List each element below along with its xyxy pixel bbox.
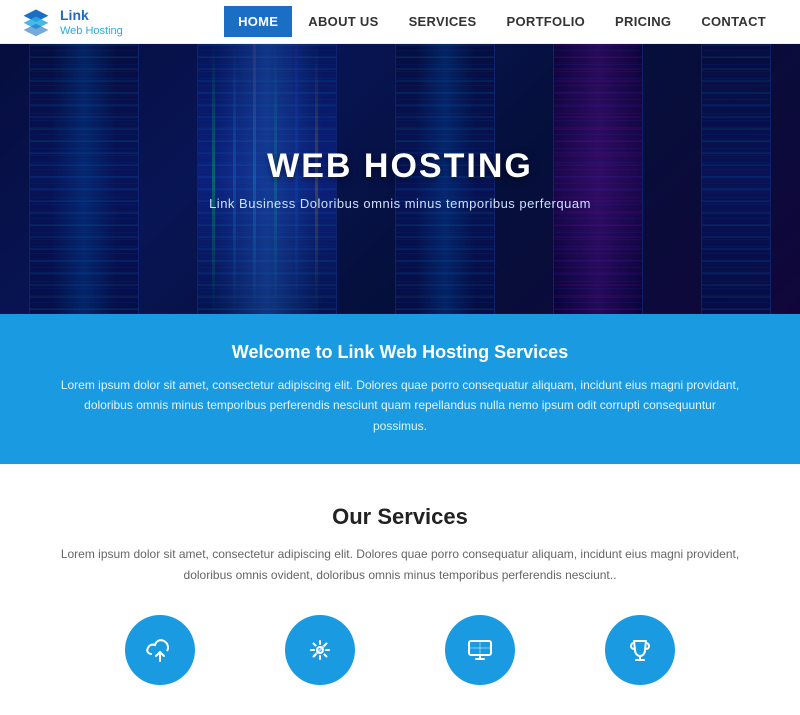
service-icons-row [60,615,740,685]
services-heading: Our Services [60,504,740,530]
service-circle-display[interactable] [445,615,515,685]
hero-title: WEB HOSTING [209,147,591,186]
tools-icon [304,634,336,666]
logo: Link Web Hosting [20,6,123,38]
logo-text: Link Web Hosting [60,7,123,37]
display-icon [464,634,496,666]
service-circle-cloud[interactable] [125,615,195,685]
cloud-upload-icon [144,634,176,666]
site-header: Link Web Hosting HOME ABOUT US SERVICES … [0,0,800,44]
service-circle-tools[interactable] [285,615,355,685]
banner-heading: Welcome to Link Web Hosting Services [60,342,740,363]
logo-icon [20,6,52,38]
services-section: Our Services Lorem ipsum dolor sit amet,… [0,464,800,715]
nav-item-contact[interactable]: CONTACT [687,6,780,37]
service-item-cloud [125,615,195,685]
nav-item-about[interactable]: ABOUT US [294,6,392,37]
service-item-tools [285,615,355,685]
hero-subtitle: Link Business Doloribus omnis minus temp… [209,196,591,211]
service-circle-trophy[interactable] [605,615,675,685]
main-nav: HOME ABOUT US SERVICES PORTFOLIO PRICING… [224,6,780,37]
nav-item-pricing[interactable]: PRICING [601,6,685,37]
nav-item-home[interactable]: HOME [224,6,292,37]
services-body: Lorem ipsum dolor sit amet, consectetur … [60,544,740,585]
trophy-icon [624,634,656,666]
hero-content: WEB HOSTING Link Business Doloribus omni… [209,147,591,211]
nav-item-portfolio[interactable]: PORTFOLIO [493,6,600,37]
nav-item-services[interactable]: SERVICES [395,6,491,37]
welcome-banner: Welcome to Link Web Hosting Services Lor… [0,314,800,464]
service-item-trophy [605,615,675,685]
service-item-display [445,615,515,685]
hero-section: WEB HOSTING Link Business Doloribus omni… [0,44,800,314]
banner-body: Lorem ipsum dolor sit amet, consectetur … [60,375,740,436]
